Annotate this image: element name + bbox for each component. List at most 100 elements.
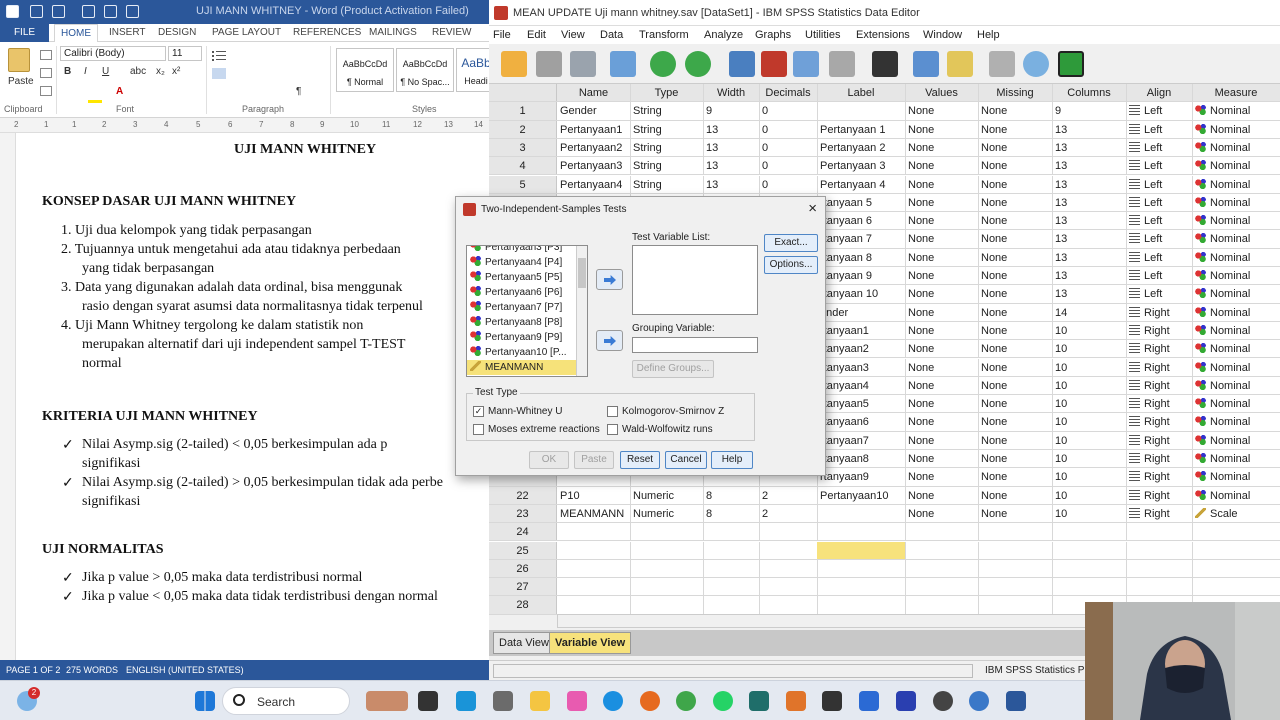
bullets-icon[interactable] <box>212 50 226 61</box>
firefox-icon[interactable] <box>640 691 660 711</box>
cell[interactable]: Pertanyaan 2 <box>820 142 902 154</box>
menu-data[interactable]: Data <box>600 29 623 41</box>
cell[interactable]: 13 <box>1055 288 1123 300</box>
table-row[interactable]: 1 Gender String 9 0 None None 9 Left Nominal <box>489 102 1280 121</box>
font-size-select[interactable]: 11 <box>168 46 202 61</box>
cell[interactable]: rtanyaan 6 <box>820 215 902 227</box>
cell[interactable]: None <box>908 508 975 520</box>
menu-window[interactable]: Window <box>923 29 962 41</box>
cell[interactable]: rtanyaan3 <box>820 362 902 374</box>
table-row[interactable]: 24 <box>489 523 1280 542</box>
cell[interactable]: P10 <box>560 490 627 502</box>
row-number[interactable]: 22 <box>489 486 557 504</box>
strikethrough-icon[interactable]: abc <box>130 66 146 77</box>
cell[interactable]: Right <box>1129 398 1189 410</box>
language[interactable]: ENGLISH (UNITED STATES) <box>126 665 244 675</box>
cell[interactable]: rtanyaan5 <box>820 398 902 410</box>
cell[interactable]: None <box>981 416 1049 428</box>
dialog-recall-icon[interactable] <box>610 51 636 77</box>
insert-variable-icon[interactable] <box>947 51 973 77</box>
cell[interactable]: None <box>908 435 975 447</box>
cell[interactable]: 13 <box>1055 179 1123 191</box>
cell[interactable]: Pertanyaan2 <box>560 142 627 154</box>
row-number[interactable]: 25 <box>489 541 557 559</box>
cell[interactable]: 13 <box>1055 160 1123 172</box>
cell[interactable]: Right <box>1129 507 1189 520</box>
task-view-icon[interactable] <box>418 691 438 711</box>
cell[interactable]: None <box>908 215 975 227</box>
row-number[interactable]: 24 <box>489 523 557 541</box>
cell[interactable]: rtanyaan7 <box>820 435 902 447</box>
cell[interactable]: 13 <box>1055 215 1123 227</box>
cell[interactable]: Left <box>1129 160 1189 172</box>
menu-graphs[interactable]: Graphs <box>755 29 791 41</box>
cell[interactable]: Nominal <box>1195 105 1277 117</box>
cell[interactable]: String <box>633 142 700 154</box>
cell[interactable]: 13 <box>1055 124 1123 136</box>
tab-insert[interactable]: INSERT <box>109 27 146 38</box>
cell[interactable]: 13 <box>706 179 756 191</box>
cell[interactable]: 0 <box>762 105 814 117</box>
tab-data-view[interactable]: Data View <box>493 632 555 654</box>
variable-list-item[interactable]: Pertanyaan7 [P7] <box>467 300 577 315</box>
cell[interactable]: None <box>908 124 975 136</box>
help-button[interactable]: Help <box>711 451 753 469</box>
cell[interactable]: Nominal <box>1195 324 1277 337</box>
cell[interactable]: 9 <box>706 105 756 117</box>
ok-button[interactable]: OK <box>529 451 569 469</box>
edge-icon[interactable] <box>603 691 623 711</box>
cell[interactable]: None <box>908 398 975 410</box>
variable-list-item[interactable]: Pertanyaan5 [P5] <box>467 270 577 285</box>
options-button[interactable]: Options... <box>764 256 818 274</box>
cell[interactable]: Scale <box>1195 507 1277 520</box>
cell[interactable]: rtanyaan8 <box>820 453 902 465</box>
cell[interactable]: Nominal <box>1195 123 1277 136</box>
test-variable-list[interactable] <box>632 245 758 315</box>
cell[interactable]: 0 <box>762 179 814 191</box>
paste-icon[interactable] <box>8 48 30 72</box>
font-color-icon[interactable]: A <box>116 86 123 97</box>
cell[interactable]: None <box>908 307 975 319</box>
cell[interactable]: Pertanyaan 3 <box>820 160 902 172</box>
cell[interactable]: None <box>908 343 975 355</box>
cell[interactable]: None <box>908 362 975 374</box>
column-header[interactable]: Values <box>908 87 975 99</box>
menu-transform[interactable]: Transform <box>639 29 689 41</box>
cell[interactable]: None <box>981 197 1049 209</box>
cell[interactable]: Right <box>1129 324 1189 337</box>
cell[interactable]: None <box>981 453 1049 465</box>
weight-cases-icon[interactable] <box>1023 51 1049 77</box>
cell[interactable]: 10 <box>1055 343 1123 355</box>
style-heading[interactable]: AaBb Headi <box>456 48 489 92</box>
table-row[interactable]: 22 P10 Numeric 8 2 Pertanyaan10 None None 10 Righ… <box>489 486 1280 505</box>
open-folder-icon[interactable] <box>501 51 527 77</box>
table-row[interactable]: 3 Pertanyaan2 String 13 0 Pertanyaan 2 None Non… <box>489 138 1280 158</box>
cell[interactable]: Nominal <box>1195 178 1277 191</box>
app-icon[interactable] <box>896 691 916 711</box>
row-number[interactable]: 1 <box>489 102 557 120</box>
cell[interactable]: None <box>981 160 1049 172</box>
cell[interactable]: 8 <box>706 490 756 502</box>
cell[interactable]: Right <box>1129 361 1189 374</box>
cell[interactable]: None <box>981 307 1049 319</box>
kolmogorov-smirnov-checkbox[interactable] <box>607 406 618 417</box>
cell[interactable]: Pertanyaan 1 <box>820 124 902 136</box>
cell[interactable]: Nominal <box>1195 288 1277 300</box>
cell[interactable]: None <box>981 471 1049 483</box>
menu-file[interactable]: File <box>493 29 511 41</box>
find-icon[interactable] <box>872 51 898 77</box>
cell[interactable]: None <box>908 325 975 337</box>
cell[interactable]: rtanyaan2 <box>820 343 902 355</box>
cell[interactable]: Nominal <box>1195 160 1277 172</box>
insert-cases-icon[interactable] <box>913 51 939 77</box>
cell[interactable]: String <box>633 124 700 136</box>
table-row[interactable]: 27 <box>489 578 1280 597</box>
underline-icon[interactable]: U <box>102 66 109 77</box>
cell[interactable]: None <box>981 142 1049 154</box>
start-icon[interactable] <box>195 691 215 711</box>
save-icon[interactable] <box>536 51 562 77</box>
style-no-spacing[interactable]: AaBbCcDd ¶ No Spac... <box>396 48 454 92</box>
row-number[interactable]: 2 <box>489 120 557 138</box>
cell[interactable]: rtanyaan 10 <box>820 288 902 300</box>
table-row[interactable]: 2 Pertanyaan1 String 13 0 Pertanyaan 1 None Non… <box>489 120 1280 139</box>
